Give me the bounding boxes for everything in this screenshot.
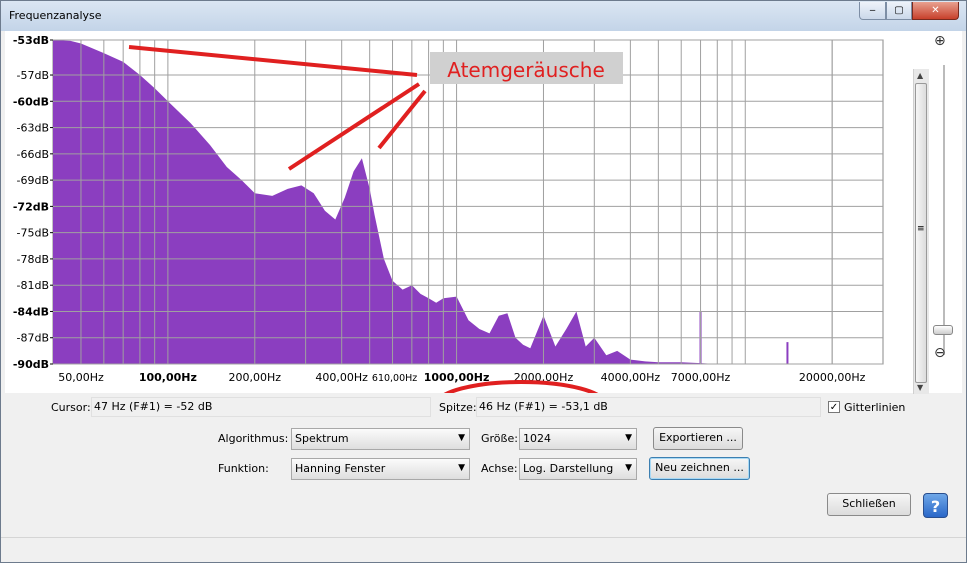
- cursor-label: Cursor:: [51, 401, 91, 414]
- export-button[interactable]: Exportieren ...: [653, 427, 743, 450]
- size-label: Größe:: [481, 432, 518, 445]
- help-icon[interactable]: ?: [923, 493, 948, 518]
- y-tick-label: -60dB: [13, 95, 49, 108]
- frequency-analysis-window: Frequenzanalyse ‒ ▢ ✕ -53dB -57dB -60dB -63…: [0, 0, 967, 563]
- chevron-down-icon: ▼: [458, 433, 465, 443]
- peak-value: 46 Hz (F#1) = -53,1 dB: [476, 397, 821, 417]
- size-value: 1024: [523, 432, 551, 445]
- gridlines-checkbox[interactable]: ✓: [828, 401, 840, 413]
- y-tick-label: -66dB: [17, 148, 50, 161]
- close-window-button[interactable]: ✕: [912, 2, 959, 20]
- peak-label: Spitze:: [439, 401, 477, 414]
- x-tick-label: 400,00Hz: [315, 371, 368, 384]
- y-tick-label: -87dB: [17, 332, 50, 345]
- zoom-slider-knob[interactable]: [933, 325, 953, 335]
- y-tick-label: -75dB: [17, 227, 50, 240]
- zoom-out-icon[interactable]: ⊖: [934, 345, 946, 361]
- zoom-panel: ⊕ ⊖: [930, 31, 958, 371]
- x-tick-label: 7000,00Hz: [671, 371, 731, 384]
- redraw-button[interactable]: Neu zeichnen ...: [649, 457, 750, 480]
- y-tick-label: -84dB: [13, 305, 49, 318]
- axis-label: Achse:: [481, 462, 518, 475]
- chevron-down-icon: ▼: [625, 433, 632, 443]
- cursor-value: 47 Hz (F#1) = -52 dB: [91, 397, 431, 417]
- y-tick-label: -53dB: [13, 34, 49, 47]
- y-tick-label: -81dB: [17, 279, 50, 292]
- x-tick-label: 50,00Hz: [58, 371, 104, 384]
- grip-icon: ≡: [917, 224, 925, 234]
- close-button[interactable]: Schließen: [827, 493, 911, 516]
- title-bar: Frequenzanalyse ‒ ▢ ✕: [1, 1, 966, 31]
- function-label: Funktion:: [218, 462, 269, 475]
- axis-select[interactable]: Log. Darstellung ▼: [519, 458, 637, 480]
- x-tick-label: 1000,00Hz: [424, 371, 490, 384]
- spectrum-plot-frame: -53dB -57dB -60dB -63dB -66dB -69dB -72dB -75dB…: [5, 31, 962, 394]
- y-tick-label: -72dB: [13, 200, 49, 213]
- status-bar: [1, 537, 966, 563]
- maximize-button[interactable]: ▢: [886, 2, 912, 20]
- x-tick-label: 610,00Hz: [372, 373, 417, 384]
- y-tick-label: -78dB: [17, 253, 50, 266]
- gridlines-label: Gitterlinien: [844, 401, 906, 414]
- y-tick-label: -69dB: [17, 174, 50, 187]
- chevron-down-icon: ▼: [458, 463, 465, 473]
- vertical-scrollbar[interactable]: ▲ ≡ ▼: [913, 69, 929, 394]
- y-tick-label: -90dB: [13, 358, 49, 371]
- function-select[interactable]: Hanning Fenster ▼: [291, 458, 470, 480]
- x-tick-label: 4000,00Hz: [601, 371, 661, 384]
- y-tick-label: -57dB: [17, 69, 50, 82]
- scroll-thumb[interactable]: ≡: [915, 83, 927, 383]
- scroll-down-icon[interactable]: ▼: [917, 383, 923, 392]
- algorithm-select[interactable]: Spektrum ▼: [291, 428, 470, 450]
- x-tick-label: 20000,00Hz: [799, 371, 866, 384]
- x-tick-label: 200,00Hz: [229, 371, 282, 384]
- axis-value: Log. Darstellung: [523, 462, 614, 475]
- scroll-up-icon[interactable]: ▲: [917, 71, 923, 80]
- zoom-in-icon[interactable]: ⊕: [934, 33, 946, 49]
- annotation-label: Atemgeräusche: [447, 58, 605, 82]
- size-select[interactable]: 1024 ▼: [519, 428, 637, 450]
- chevron-down-icon: ▼: [625, 463, 632, 473]
- algorithm-value: Spektrum: [295, 432, 349, 445]
- minimize-button[interactable]: ‒: [859, 2, 886, 20]
- function-value: Hanning Fenster: [295, 462, 386, 475]
- window-title: Frequenzanalyse: [9, 9, 102, 22]
- x-tick-label: 100,00Hz: [139, 371, 197, 384]
- spectrum-chart[interactable]: -53dB -57dB -60dB -63dB -66dB -69dB -72dB -75dB…: [5, 31, 930, 393]
- zoom-slider-track[interactable]: [943, 65, 945, 355]
- algorithm-label: Algorithmus:: [218, 432, 289, 445]
- y-tick-label: -63dB: [17, 122, 50, 135]
